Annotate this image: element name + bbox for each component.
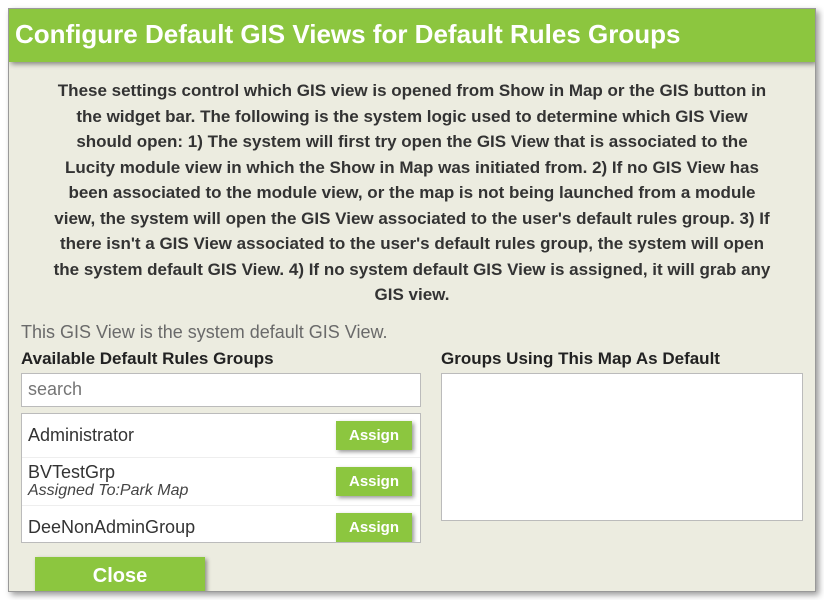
group-name: BVTestGrp [28,462,188,483]
available-groups-list[interactable]: Administrator Assign BVTestGrp Assigned … [21,413,421,543]
assign-button[interactable]: Assign [336,467,412,496]
assign-button[interactable]: Assign [336,421,412,450]
list-item: DeeNonAdminGroup Assign [22,506,420,543]
dialog-description: These settings control which GIS view is… [9,62,815,318]
close-button[interactable]: Close [35,557,205,593]
search-input[interactable] [21,373,421,407]
configure-gis-views-dialog: Configure Default GIS Views for Default … [8,8,816,592]
assign-button[interactable]: Assign [336,513,412,542]
group-name: DeeNonAdminGroup [28,517,195,538]
groups-using-map-column: Groups Using This Map As Default [441,349,803,543]
system-default-note: This GIS View is the system default GIS … [9,318,815,349]
available-groups-column: Available Default Rules Groups Administr… [21,349,421,543]
columns-container: Available Default Rules Groups Administr… [9,349,815,543]
dialog-title: Configure Default GIS Views for Default … [9,9,815,62]
list-item: Administrator Assign [22,414,420,458]
available-groups-heading: Available Default Rules Groups [21,349,421,369]
group-assigned-to: Assigned To:Park Map [28,482,188,500]
groups-using-map-list[interactable] [441,373,803,521]
group-name: Administrator [28,425,134,446]
groups-using-map-heading: Groups Using This Map As Default [441,349,803,369]
list-item: BVTestGrp Assigned To:Park Map Assign [22,458,420,506]
